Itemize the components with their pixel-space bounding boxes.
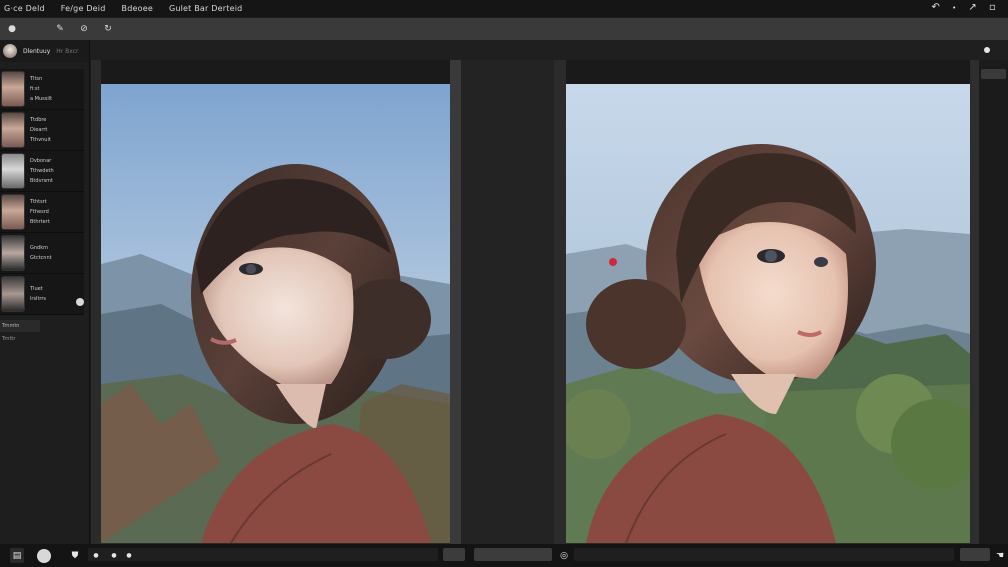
layer-thumbnail	[1, 153, 25, 189]
layer-label: Tluet	[30, 286, 43, 292]
list-item[interactable]: Tluet lrsltrrs	[0, 274, 84, 315]
dot-icon[interactable]: ●	[92, 548, 100, 563]
adjust-icon[interactable]: ⛊	[66, 548, 84, 563]
dot-icon[interactable]: ●	[110, 548, 118, 563]
list-item[interactable]: Tthtsrt Fthesrd Bthrtert	[0, 192, 84, 233]
dot-icon[interactable]: •	[952, 2, 956, 15]
layers-panel: Dlentuuy Hr Bxcr Tltsn fi:st a Mussilt T…	[0, 40, 90, 544]
panel-title: Dlentuuy	[23, 47, 51, 55]
layer-thumbnail	[1, 194, 25, 230]
list-item[interactable]: Gndkm Gtctcnnt	[0, 233, 84, 274]
visibility-toggle[interactable]	[76, 298, 84, 306]
original-photo-image	[101, 84, 450, 543]
layer-thumbnail	[1, 71, 25, 107]
photo-editor-app: G·ce Deld Fe/ge Deid Bdeoee Gulet Bar De…	[0, 0, 1008, 567]
layer-label: fi:st	[30, 86, 40, 92]
layer-label: lrsltrrs	[30, 296, 47, 302]
menu-item-edit[interactable]: Fe/ge Deid	[61, 4, 106, 13]
pencil-icon[interactable]: ✎	[53, 22, 67, 36]
canvas-workspace	[91, 40, 1008, 544]
hand-icon[interactable]: ☚	[994, 548, 1006, 563]
layer-label: Ttdbre	[30, 117, 47, 123]
layer-label: Dvbonar	[30, 158, 52, 164]
timeline-track-right[interactable]	[574, 548, 954, 561]
layer-thumbnail	[1, 276, 25, 312]
edited-photo-image	[566, 84, 970, 543]
layer-list: Tltsn fi:st a Mussilt Ttdbre Diearrt Tth…	[0, 69, 84, 315]
layer-label: Btdvrsmt	[30, 178, 54, 184]
layer-label: Tltsn	[30, 76, 43, 82]
layer-label: Tthtsrt	[30, 199, 47, 205]
toolbar: ● ✎ ⊘ ↻	[0, 18, 1008, 40]
rotate-icon[interactable]: ↻	[101, 22, 115, 36]
document-tab-bar	[91, 40, 1008, 60]
menu-item-file[interactable]: G·ce Deld	[4, 4, 45, 13]
panel-chip-button[interactable]	[981, 69, 1006, 79]
menu-item-view[interactable]: Bdeoee	[122, 4, 153, 13]
undo-arrow-icon[interactable]: ↶	[931, 2, 940, 15]
list-item[interactable]: Ttdbre Diearrt Tthvnuit	[0, 110, 84, 151]
bottom-bar: ▤ ⛊ ● ● ● ◎ ☚	[0, 544, 1008, 567]
original-photo[interactable]	[101, 84, 450, 543]
scroll-left-button[interactable]	[443, 548, 465, 561]
sync-icon[interactable]: ◎	[556, 548, 572, 563]
layer-label: Gtctcnnt	[30, 255, 52, 261]
scroll-right-button[interactable]	[960, 548, 990, 561]
menu-bar: G·ce Deld Fe/ge Deid Bdeoee Gulet Bar De…	[0, 0, 1008, 17]
circle-icon[interactable]	[34, 548, 54, 563]
panel-subtitle: Hr Bxcr	[56, 47, 79, 55]
right-side-panel	[979, 60, 1008, 544]
dot-icon[interactable]: ●	[5, 22, 19, 36]
timeline-track[interactable]	[88, 548, 438, 561]
panel-footer-label: Trnttr	[2, 336, 16, 342]
panel-footer[interactable]: Trnmtn	[0, 320, 40, 332]
layer-label: Fthesrd	[30, 209, 49, 215]
layers-icon[interactable]: ▤	[10, 548, 24, 563]
scroll-mid-button[interactable]	[474, 548, 552, 561]
canvas-scrollbar-left[interactable]	[450, 60, 461, 544]
canvas-scrollbar-right[interactable]	[971, 60, 979, 544]
canvas-frame-right-header	[566, 60, 970, 84]
dot-icon[interactable]: ●	[125, 548, 133, 563]
layer-label: Bthrtert	[30, 219, 50, 225]
layer-label: Tthvnuit	[30, 137, 51, 143]
edited-photo[interactable]	[566, 84, 970, 543]
panel-header: Dlentuuy Hr Bxcr	[0, 40, 89, 62]
list-item[interactable]: Dvbonar Tthwdeth Btdvrsmt	[0, 151, 84, 192]
avatar[interactable]	[3, 44, 17, 58]
canvas-frame-left-header	[101, 60, 450, 84]
layer-thumbnail	[1, 235, 25, 271]
layer-label: a Mussilt	[30, 96, 53, 102]
window-icon[interactable]: ▫	[989, 2, 996, 15]
layer-thumbnail	[1, 112, 25, 148]
window-controls: ↶ • ↗ ▫	[931, 2, 996, 15]
layer-label: Gndkm	[30, 245, 48, 251]
pin-icon[interactable]: ↗	[968, 2, 977, 15]
layer-label: Tthwdeth	[30, 168, 54, 174]
list-item[interactable]: Tltsn fi:st a Mussilt	[0, 69, 84, 110]
tool-icon-2[interactable]: ⊘	[77, 22, 91, 36]
dot-icon[interactable]	[984, 47, 990, 53]
layer-label: Diearrt	[30, 127, 48, 133]
menu-item-help[interactable]: Gulet Bar Derteid	[169, 4, 242, 13]
